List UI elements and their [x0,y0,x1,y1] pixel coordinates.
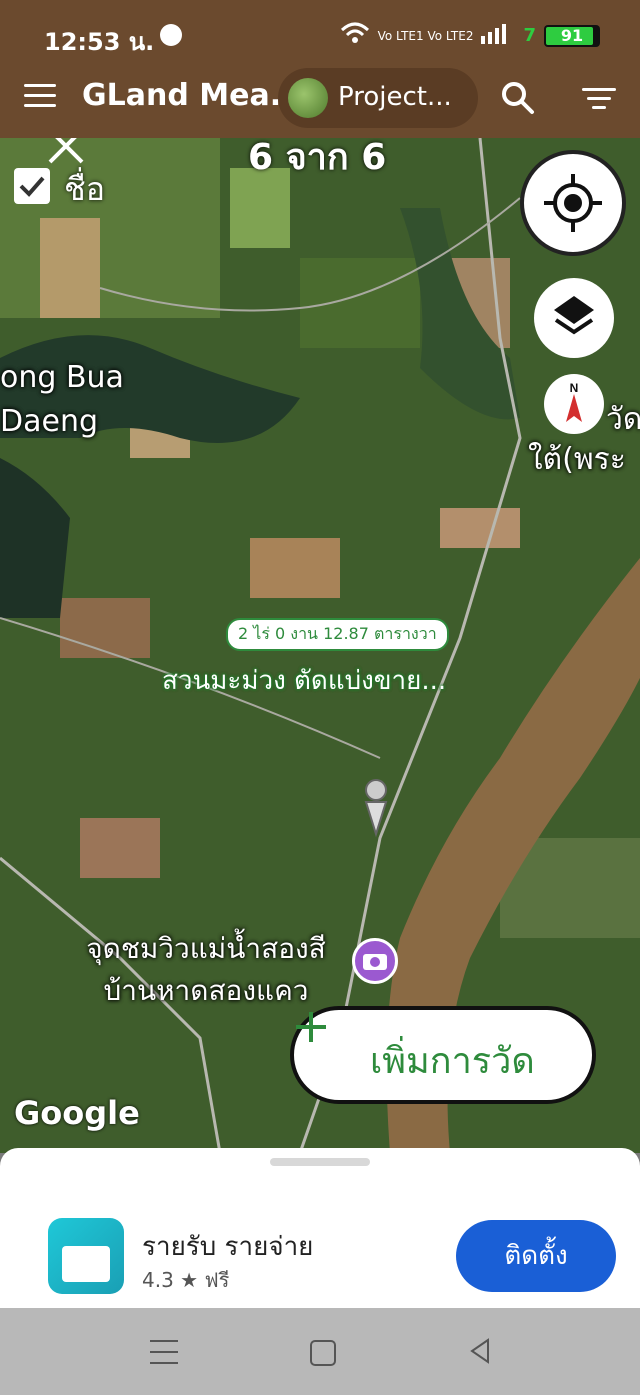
layers-icon [554,296,594,335]
area-badge: 2 ไร่ 0 งาน 12.87 ตารางวา [226,618,449,651]
camera-poi-icon[interactable] [352,938,398,984]
my-location-icon [544,174,602,232]
status-extra: 7 [523,25,536,46]
ad-app-icon[interactable] [48,1218,124,1294]
signal-icon [481,22,515,49]
compass-icon: N [566,381,582,422]
network-label: Vo LTE1 Vo LTE2 [377,28,474,43]
messenger-icon [160,24,182,46]
status-indicators: Vo LTE1 Vo LTE2 7 91 [340,22,600,49]
project-selector[interactable]: Project... [278,68,478,128]
ad-price: ฟรี [204,1268,230,1292]
install-button[interactable]: ติดตั้ง [456,1220,616,1292]
ad-title[interactable]: รายรับ รายจ่าย [142,1226,313,1267]
app-title: GLand Mea... [82,78,304,113]
filter-icon[interactable] [582,88,616,110]
close-icon[interactable] [46,138,86,166]
add-measurement-label: เพิ่มการวัด [370,1041,535,1082]
recent-apps-icon[interactable] [150,1340,178,1364]
my-location-button[interactable] [520,150,626,256]
place-label: ong Bua [0,360,124,395]
ad-banner[interactable]: รายรับ รายจ่าย 4.3 ★ ฟรี ติดตั้ง [0,1208,640,1308]
project-label: Project... [338,82,452,112]
poi-label: จุดชมวิวแม่น้ำสองสี บ้านหาดสองแคว [86,932,326,1007]
star-icon: ★ [180,1268,199,1292]
land-name-label[interactable]: สวนมะม่วง ตัดแบ่งขาย... [162,660,446,701]
back-icon[interactable] [468,1338,492,1364]
system-nav-bar [0,1308,640,1395]
name-toggle-label: ชื่อ [64,170,105,208]
sheet-drag-handle[interactable] [270,1158,370,1166]
place-label: Daeng [0,404,98,439]
plus-icon [296,1012,326,1042]
layers-button[interactable] [534,278,614,358]
wifi-icon [340,22,370,49]
compass-button[interactable]: N [544,374,604,434]
wallet-icon [62,1246,110,1282]
name-toggle-checkbox[interactable] [14,168,50,204]
result-counter: 6 จาก 6 [248,138,387,178]
ad-rating: 4.3 ★ ฟรี [142,1264,229,1296]
svg-text:N: N [570,381,579,395]
battery-icon: 91 [544,24,600,47]
home-icon[interactable] [310,1340,336,1366]
map-view[interactable]: 6 จาก 6 ชื่อ N ong Bua Daeng วัด ใต้(พระ… [0,138,640,1153]
place-label: ใต้(พระ [528,442,626,477]
battery-label: 91 [560,25,584,45]
add-measurement-button[interactable]: เพิ่มการวัด [290,1006,596,1104]
location-marker-icon[interactable] [364,778,388,838]
search-icon[interactable] [500,80,536,116]
ad-rating-value: 4.3 [142,1268,174,1292]
app-bar: GLand Mea... Project... [0,56,640,138]
project-avatar [288,78,328,118]
bottom-sheet[interactable] [0,1148,640,1208]
menu-icon[interactable] [24,84,56,108]
google-logo: Google [14,1094,140,1132]
